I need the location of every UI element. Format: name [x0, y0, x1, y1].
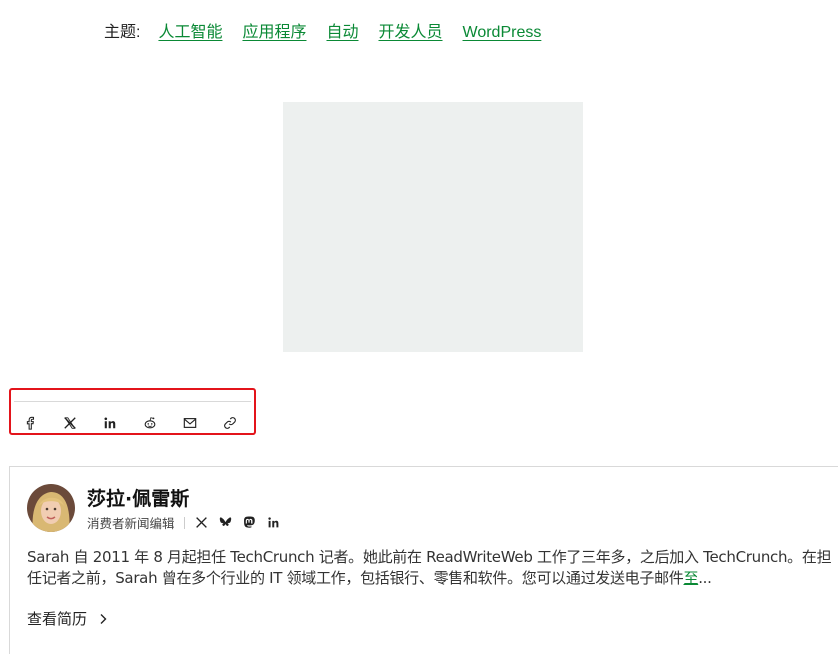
- share-divider: [14, 401, 251, 402]
- linkedin-icon[interactable]: [99, 414, 121, 432]
- ad-image-placeholder: [283, 102, 583, 352]
- author-bio-ellipsis: ...: [698, 569, 712, 587]
- topic-link-automation[interactable]: 自动: [326, 22, 358, 44]
- topic-link-ai[interactable]: 人工智能: [158, 22, 222, 44]
- topics-bar: 主题: 人工智能 应用程序 自动 开发人员 WordPress: [104, 22, 561, 44]
- view-bio-link[interactable]: 查看简历: [27, 608, 107, 629]
- topics-label: 主题:: [104, 24, 141, 41]
- facebook-icon[interactable]: [19, 414, 41, 432]
- view-bio-label: 查看简历: [27, 610, 88, 628]
- author-bio: Sarah 自 2011 年 8 月起担任 TechCrunch 记者。她此前在…: [27, 547, 838, 589]
- bluesky-icon[interactable]: [219, 516, 233, 530]
- x-icon[interactable]: [59, 414, 81, 432]
- chevron-right-icon: [100, 613, 107, 624]
- meta-separator: [183, 516, 185, 529]
- mastodon-icon[interactable]: [243, 516, 257, 530]
- author-role: 消费者新闻编辑: [87, 516, 175, 531]
- reddit-icon[interactable]: [139, 414, 161, 432]
- x-icon[interactable]: [195, 516, 209, 530]
- topic-link-developers[interactable]: 开发人员: [379, 22, 443, 44]
- topic-link-apps[interactable]: 应用程序: [242, 22, 306, 44]
- linkedin-icon[interactable]: [267, 516, 281, 530]
- author-meta: 消费者新闻编辑: [87, 513, 291, 532]
- avatar[interactable]: [27, 484, 75, 532]
- topic-link-wordpress[interactable]: WordPress: [463, 22, 542, 44]
- link-icon[interactable]: [219, 414, 241, 432]
- share-bar: [9, 388, 256, 435]
- author-email-link[interactable]: 至: [683, 569, 698, 587]
- author-social-links: [195, 516, 291, 530]
- author-card: 莎拉·佩雷斯 消费者新闻编辑 Sarah 自 2011 年 8 月起担任 Tec…: [9, 466, 838, 654]
- author-name[interactable]: 莎拉·佩雷斯: [87, 484, 189, 511]
- email-icon[interactable]: [179, 414, 201, 432]
